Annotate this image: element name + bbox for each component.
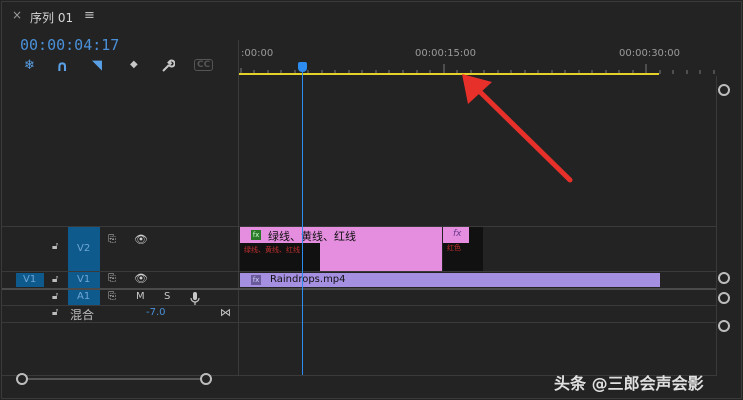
mix-keyframe-icon[interactable]: ⋈	[220, 306, 231, 319]
lock-icon[interactable]: 🔓︎	[52, 291, 58, 302]
lock-icon[interactable]: 🔓︎	[52, 241, 58, 252]
snap-icon[interactable]: ❄	[24, 58, 35, 73]
track-target-a1[interactable]: A1	[68, 290, 100, 305]
sync-lock-icon[interactable]: ⎘	[108, 291, 116, 302]
track-label-v2: V2	[77, 243, 91, 254]
sync-lock-icon[interactable]: ⎘	[108, 234, 116, 245]
clip-v2-main[interactable]: fx 绿线、黄线、红线 绿线、黄线、红线	[240, 227, 442, 271]
track-target-v1[interactable]: V1	[68, 272, 100, 288]
clip-v1-label: Raindrops.mp4	[270, 274, 346, 285]
horizontal-scroll-bar[interactable]	[22, 378, 206, 380]
solo-button[interactable]: S	[164, 291, 170, 302]
clip-v1-raindrops[interactable]: fx Raindrops.mp4	[240, 273, 660, 287]
clip-v2-small-header: fx	[443, 227, 469, 243]
clip-v2-small[interactable]: fx 红色	[443, 227, 483, 271]
audio-scroll-bottom-handle[interactable]	[718, 320, 730, 332]
clip-v2-main-label: 绿线、黄线、红线	[268, 230, 356, 243]
track-header-mix: 🔓︎ 混合 -7.0 ⋈	[2, 306, 238, 322]
playhead-timecode[interactable]: 00:00:04:17	[20, 36, 119, 54]
scroll-end-handle[interactable]	[200, 373, 212, 385]
ruler-label-15: 00:00:15:00	[415, 48, 477, 59]
watermark: 头条 @三郎会声会影	[554, 374, 704, 393]
panel-menu-icon[interactable]: ≡	[84, 8, 95, 23]
mix-volume-value[interactable]: -7.0	[146, 307, 166, 318]
linked-selection-icon[interactable]: ∩	[56, 57, 68, 75]
annotation-arrow	[462, 74, 573, 183]
ruler-label-30: 00:00:30:00	[619, 48, 681, 59]
lock-icon[interactable]: 🔓︎	[52, 307, 58, 318]
mute-button[interactable]: M	[136, 291, 145, 302]
timeline-panel: × 序列 01 ≡ 00:00:04:17 ❄ ∩ ◥ ◆ CC :00:00 …	[1, 1, 742, 399]
scroll-start-handle[interactable]	[16, 373, 28, 385]
source-label-v1: V1	[23, 274, 37, 285]
fx-badge: fx	[251, 275, 261, 285]
wrench-icon[interactable]	[161, 58, 176, 77]
marker-icon[interactable]: ◆	[130, 59, 138, 70]
eye-icon[interactable]: 👁︎	[134, 233, 148, 246]
track-label-v1: V1	[77, 274, 91, 285]
track-separator	[2, 322, 716, 323]
track-target-v2[interactable]: V2	[68, 227, 100, 271]
track-header-v2: 🔓︎ V2 ⎘ 👁︎	[2, 227, 238, 271]
clip-v2-small-thumb-text: 红色	[447, 244, 461, 252]
add-marker-icon[interactable]: ◥	[92, 58, 102, 73]
fx-badge: fx	[453, 229, 462, 239]
lock-icon[interactable]: 🔓︎	[52, 274, 58, 285]
track-header-a1: 🔓︎ A1 ⎘ M S	[2, 290, 238, 305]
source-patch-v1[interactable]: V1	[16, 273, 44, 287]
clip-v2-main-header: fx 绿线、黄线、红线	[240, 227, 442, 243]
audio-scroll-top-handle[interactable]	[718, 292, 730, 304]
track-header-v1: V1 🔓︎ V1 ⎘ 👁︎	[2, 272, 238, 288]
playhead-line	[302, 68, 303, 376]
vertical-scroll-track	[716, 76, 717, 376]
header-divider	[238, 40, 239, 375]
mix-label: 混合	[70, 308, 95, 322]
fx-badge: fx	[251, 230, 261, 240]
video-scroll-bottom-handle[interactable]	[718, 272, 730, 284]
timeline-toolbar: ❄ ∩ ◥ ◆ CC	[18, 57, 218, 77]
clip-v2-main-body	[320, 243, 442, 271]
video-scroll-top-handle[interactable]	[718, 84, 730, 96]
close-tab-icon[interactable]: ×	[12, 8, 22, 22]
ruler-label-0: :00:00	[241, 48, 274, 59]
clip-v2-main-thumb-text: 绿线、黄线、红线	[244, 246, 300, 254]
captions-icon[interactable]: CC	[194, 59, 214, 71]
eye-icon[interactable]: 👁︎	[134, 272, 148, 285]
playhead-handle[interactable]	[298, 62, 307, 72]
sequence-tab-title[interactable]: 序列 01	[30, 9, 73, 26]
time-ruler[interactable]: :00:00 00:00:15:00 00:00:30:00	[239, 42, 717, 76]
sync-lock-icon[interactable]: ⎘	[108, 273, 116, 284]
track-label-a1: A1	[77, 291, 91, 302]
